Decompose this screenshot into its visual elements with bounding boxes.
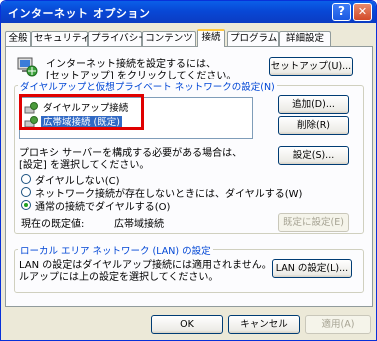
radio-dial-when-no-network[interactable] — [21, 187, 31, 197]
tab-strip: 全般 セキュリティ プライバシー コンテンツ 接続 プログラム 詳細設定 — [5, 29, 374, 47]
red-highlight-box — [19, 94, 144, 130]
proxy-text-line2: [設定] を選択してください。 — [19, 160, 150, 171]
dialup-group-label: ダイヤルアップと仮想プライベート ネットワークの設定(N) — [18, 79, 277, 93]
settings-button[interactable]: 設定(S)... — [278, 146, 349, 165]
cancel-button[interactable]: キャンセル — [228, 315, 300, 334]
tab-security[interactable]: セキュリティ — [31, 31, 90, 46]
radio-always-dial[interactable] — [21, 200, 31, 210]
tab-content[interactable]: コンテンツ — [142, 31, 196, 46]
internet-connection-icon — [17, 57, 38, 77]
dialog-footer: OK キャンセル 適用(A) — [1, 315, 376, 337]
current-default-value: 広帯域接続 — [114, 219, 164, 230]
ok-button[interactable]: OK — [151, 315, 223, 334]
internet-options-window: インターネット オプション ? ✕ 全般 セキュリティ プライバシー コンテンツ… — [0, 0, 377, 341]
remove-button[interactable]: 削除(R) — [278, 116, 349, 135]
tab-connections[interactable]: 接続 — [197, 29, 225, 47]
tab-privacy[interactable]: プライバシー — [88, 31, 148, 46]
window-title: インターネット オプション — [8, 7, 151, 20]
lan-settings-button[interactable]: LAN の設定(L)... — [272, 259, 352, 278]
help-button[interactable]: ? — [332, 3, 351, 21]
current-default-label: 現在の既定値: — [21, 219, 85, 230]
connections-panel: インターネット接続を設定するには、 [セットアップ] をクリックしてください。 … — [5, 46, 373, 307]
set-default-button[interactable]: 既定に設定(E) — [278, 213, 349, 232]
tab-general[interactable]: 全般 — [5, 31, 31, 46]
lan-group-label: ローカル エリア ネットワーク (LAN) の設定 — [18, 243, 213, 257]
title-bar[interactable]: インターネット オプション ? ✕ — [1, 1, 376, 23]
radio-always-dial-label: 通常の接続でダイヤルする(O) — [35, 202, 171, 213]
radio-never-dial[interactable] — [21, 174, 31, 184]
tab-advanced[interactable]: 詳細設定 — [279, 31, 331, 46]
apply-button[interactable]: 適用(A) — [305, 315, 371, 334]
add-button[interactable]: 追加(D)... — [278, 95, 349, 114]
setup-button[interactable]: セットアップ(U)... — [269, 57, 353, 76]
close-button[interactable]: ✕ — [353, 3, 372, 21]
lan-text-line2: ルアップには上の設定を選択してください。 — [19, 272, 219, 283]
tab-programs[interactable]: プログラム — [227, 31, 279, 46]
